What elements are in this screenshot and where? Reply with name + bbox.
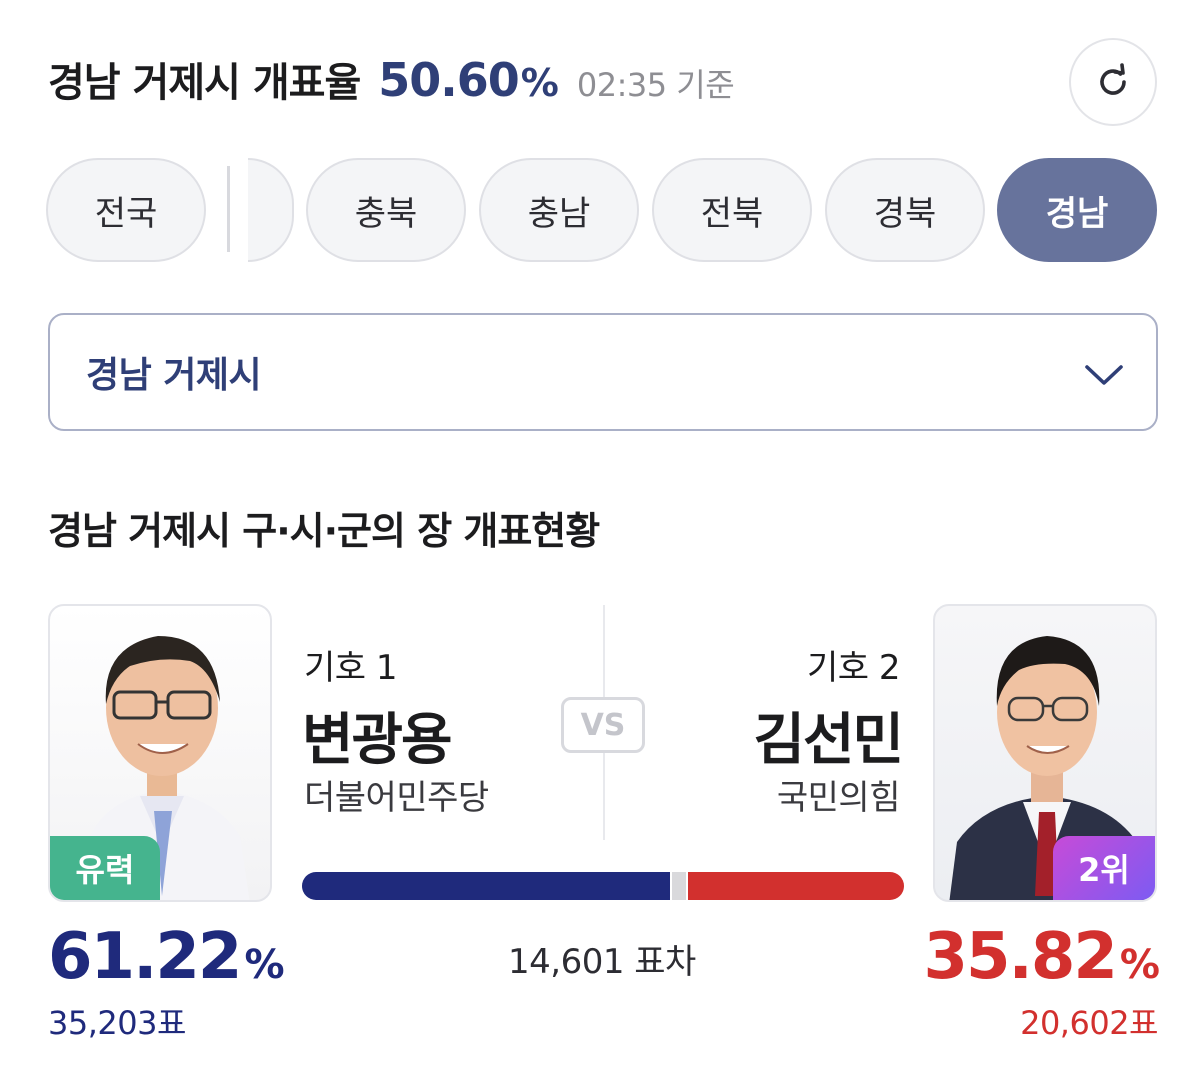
lead-badge: 유력 — [50, 836, 160, 900]
count-rate: 50.60 — [378, 53, 520, 107]
district-select[interactable]: 경남 거제시 — [48, 313, 1158, 431]
region-chip-national[interactable]: 전국 — [46, 158, 206, 262]
region-chip-partial[interactable] — [248, 158, 294, 262]
vote-share-bar-candidate-2 — [688, 872, 904, 900]
candidate-1-percent-unit: % — [244, 942, 284, 988]
refresh-button[interactable] — [1069, 38, 1157, 126]
region-chip-gyeongbuk[interactable]: 경북 — [825, 158, 985, 262]
candidate-1-votes: 35,203표 — [48, 1004, 186, 1042]
vote-share-bar-others — [672, 872, 686, 900]
candidate-2-percent: 35.82% — [923, 920, 1160, 994]
chevron-down-icon — [1085, 365, 1123, 385]
district-select-value: 경남 거제시 — [86, 355, 262, 396]
region-chip-jeonbuk[interactable]: 전북 — [652, 158, 812, 262]
candidate-1-party: 더불어민주당 — [304, 778, 489, 818]
page-title: 경남 거제시 개표율 — [48, 60, 361, 106]
header: 경남 거제시 개표율 50.60 % 02:35 기준 — [48, 50, 735, 110]
candidate-1-photo: 유력 — [48, 604, 272, 902]
rank-badge: 2위 — [1053, 836, 1155, 900]
candidate-1-name: 변광용 — [302, 708, 453, 773]
candidate-2-name: 김선민 — [753, 708, 904, 773]
candidate-2-votes: 20,602표 — [1020, 1004, 1158, 1042]
region-chip-gyeongnam[interactable]: 경남 — [997, 158, 1157, 262]
refresh-icon — [1100, 63, 1126, 95]
vote-difference: 14,601 표차 — [508, 942, 696, 982]
count-rate-unit: % — [520, 61, 559, 105]
vote-share-bar — [302, 872, 904, 900]
candidate-1-percent-value: 61.22 — [48, 920, 242, 994]
vs-label: VS — [561, 697, 645, 753]
candidate-2-percent-value: 35.82 — [923, 920, 1117, 994]
candidate-2-party: 국민의힘 — [776, 778, 901, 818]
candidate-2-photo: 2위 — [933, 604, 1157, 902]
vote-share-bar-candidate-1 — [302, 872, 670, 900]
region-chip-chungbuk[interactable]: 충북 — [306, 158, 466, 262]
candidate-2-percent-unit: % — [1119, 942, 1160, 988]
candidate-1-number: 기호 1 — [304, 648, 398, 688]
update-time: 02:35 기준 — [576, 66, 735, 104]
chip-divider — [227, 166, 230, 252]
candidate-1-percent: 61.22% — [48, 920, 285, 994]
region-chip-chungnam[interactable]: 충남 — [479, 158, 639, 262]
section-title: 경남 거제시 구·시·군의 장 개표현황 — [48, 509, 600, 553]
candidate-2-number: 기호 2 — [807, 648, 901, 688]
